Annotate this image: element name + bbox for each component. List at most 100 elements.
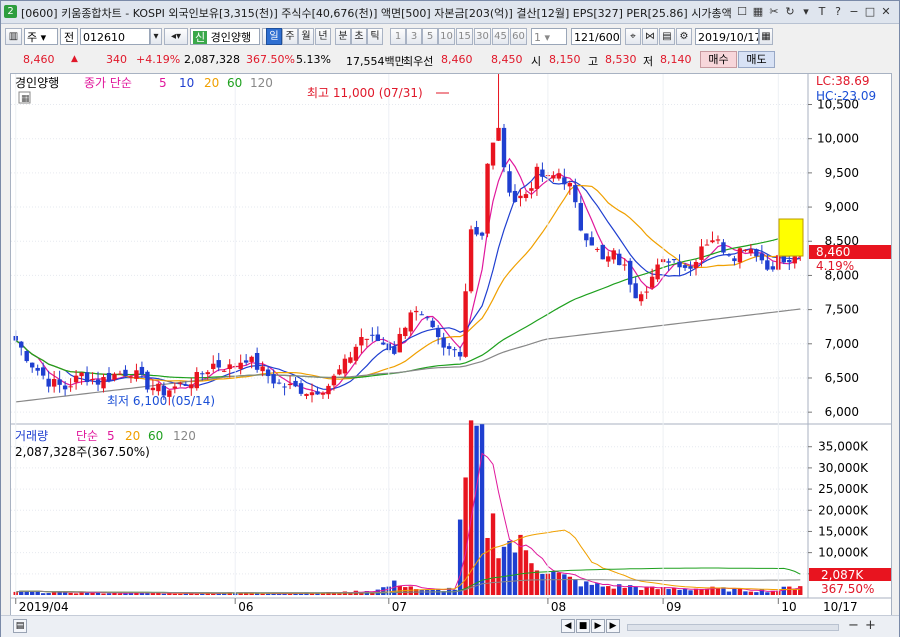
chart-area[interactable]: 10,500 10,000 9,500 9,000 8,500 8,000 7,500 7,0… bbox=[10, 70, 892, 618]
last-volume-label: 2,087K bbox=[821, 568, 864, 582]
volume-tick-label: 15,000K bbox=[818, 524, 869, 538]
grid-icon[interactable]: ▦ bbox=[751, 4, 765, 19]
ma60-label: 60 bbox=[227, 76, 242, 90]
play-button[interactable]: ▶ bbox=[591, 619, 605, 633]
minute-3[interactable]: 3 bbox=[406, 28, 422, 45]
candle-body bbox=[682, 265, 688, 268]
minute-30[interactable]: 30 bbox=[474, 28, 491, 45]
zoom-scrollbar[interactable] bbox=[627, 624, 839, 631]
hc-value: HC:-23.09 bbox=[816, 89, 876, 103]
volume-bar bbox=[512, 552, 518, 595]
minute-10[interactable]: 10 bbox=[438, 28, 455, 45]
candle-body bbox=[348, 357, 353, 363]
volume-bar bbox=[518, 534, 523, 595]
chart-svg[interactable]: 10,50010,0009,5009,0008,5008,0007,5007,0… bbox=[11, 70, 891, 617]
minute-60[interactable]: 60 bbox=[510, 28, 527, 45]
volume-tick-label: 25,000K bbox=[818, 482, 869, 496]
minute-45[interactable]: 45 bbox=[492, 28, 509, 45]
minute-15[interactable]: 15 bbox=[456, 28, 473, 45]
candle-body bbox=[309, 392, 315, 396]
candle-body bbox=[721, 242, 726, 253]
high-annotation: 최고 11,000 (07/31) bbox=[307, 86, 423, 100]
volume-bar bbox=[644, 586, 649, 595]
market-select[interactable]: 주 ▾ bbox=[24, 28, 58, 45]
code-search-icon[interactable]: ▾ bbox=[150, 28, 162, 45]
trade-amount: 17,554백만 bbox=[346, 55, 405, 68]
close-icon[interactable]: ✕ bbox=[879, 4, 893, 19]
hand-icon[interactable]: ↻ bbox=[783, 4, 797, 19]
candle-body bbox=[397, 333, 402, 353]
period-second[interactable]: 초 bbox=[351, 28, 367, 45]
minute-1[interactable]: 1 bbox=[390, 28, 406, 45]
period-week[interactable]: 주 bbox=[282, 28, 298, 45]
tools-icon[interactable]: ▾ bbox=[799, 4, 813, 19]
window-number-badge: 2 bbox=[4, 5, 17, 18]
period-month[interactable]: 월 bbox=[298, 28, 314, 45]
volume-bar bbox=[529, 563, 534, 595]
link-icon[interactable]: ☐ bbox=[735, 4, 749, 19]
candle-body bbox=[710, 240, 715, 243]
volume-bar bbox=[655, 589, 660, 595]
candle-body bbox=[370, 334, 375, 336]
bottom-menu-icon[interactable]: ▤ bbox=[13, 619, 27, 633]
candle-body bbox=[112, 373, 117, 380]
last-volume-pct: 367.50% bbox=[821, 582, 874, 596]
scissors-icon[interactable]: ✂ bbox=[767, 4, 781, 19]
candle-body bbox=[419, 314, 424, 316]
calendar-icon[interactable]: ▦ bbox=[759, 28, 773, 45]
scroll-left-button[interactable]: ◀ bbox=[561, 619, 575, 633]
candle-body bbox=[627, 260, 633, 285]
turnover-rate: 5.13% bbox=[296, 53, 331, 66]
candle-body bbox=[106, 372, 112, 382]
data-count-field[interactable]: 121/600 bbox=[571, 28, 621, 45]
volume-bar bbox=[123, 593, 128, 595]
candle-body bbox=[606, 256, 611, 262]
zoom-in-button[interactable]: + bbox=[865, 618, 876, 633]
x-tick-label: 10 bbox=[781, 600, 796, 614]
period-day[interactable]: 일 bbox=[266, 28, 282, 45]
stop-button[interactable]: ■ bbox=[576, 619, 590, 633]
volume-bar bbox=[743, 591, 748, 595]
speaker-icon[interactable]: ◂▾ bbox=[164, 28, 188, 45]
candle-body bbox=[562, 177, 567, 185]
all-button[interactable]: 전 bbox=[60, 28, 78, 45]
volume-bar bbox=[589, 584, 594, 595]
buy-button[interactable]: 매수 bbox=[700, 51, 737, 68]
volume-bar bbox=[474, 425, 479, 595]
volume-bar bbox=[145, 593, 150, 595]
candle-body bbox=[35, 367, 40, 371]
price-tick-label: 6,000 bbox=[825, 405, 859, 419]
period-year[interactable]: 년 bbox=[315, 28, 331, 45]
text-icon[interactable]: T bbox=[815, 4, 829, 19]
candle-body bbox=[128, 376, 134, 378]
sell-button[interactable]: 매도 bbox=[738, 51, 775, 68]
settings-icon[interactable]: ⚙ bbox=[676, 28, 692, 45]
chart-sync-icon[interactable]: ⋈ bbox=[642, 28, 658, 45]
volume-ma-label: 단순 bbox=[76, 429, 98, 443]
minute-5[interactable]: 5 bbox=[422, 28, 438, 45]
table-icon[interactable]: ▤ bbox=[659, 28, 675, 45]
stock-name-field[interactable]: 신 경인양행 bbox=[190, 28, 260, 45]
price-tick-label: 7,000 bbox=[825, 337, 859, 351]
chart-type-icon[interactable]: ▥ bbox=[5, 28, 22, 45]
volume-bar bbox=[671, 588, 677, 595]
volume-y-ticks: 35,000K 30,000K 25,000K 20,000K 15,000K 10,00… bbox=[808, 440, 869, 581]
volume-bar bbox=[595, 583, 600, 595]
quote-bar: 8,460 ▲ 340 +4.19% 2,087,328 367.50% 5.1… bbox=[1, 49, 899, 71]
period-tick[interactable]: 틱 bbox=[367, 28, 383, 45]
scroll-right-button[interactable]: ▶ bbox=[606, 619, 620, 633]
volume-bar bbox=[265, 593, 271, 595]
pin-icon[interactable]: ⌖ bbox=[625, 28, 641, 45]
volume-bar bbox=[798, 586, 803, 595]
interval-select[interactable]: 1 ▾ bbox=[531, 28, 567, 45]
minimize-icon[interactable]: − bbox=[847, 4, 861, 19]
candle-body bbox=[194, 372, 199, 389]
stock-code-input[interactable]: 012610 bbox=[80, 28, 150, 45]
date-field[interactable]: 2019/10/17 bbox=[695, 28, 759, 45]
period-minute[interactable]: 분 bbox=[335, 28, 351, 45]
candle-body bbox=[457, 351, 463, 357]
zoom-out-button[interactable]: − bbox=[848, 618, 859, 633]
help-icon[interactable]: ? bbox=[831, 4, 845, 19]
candle-body bbox=[633, 283, 638, 299]
maximize-icon[interactable]: □ bbox=[863, 4, 877, 19]
